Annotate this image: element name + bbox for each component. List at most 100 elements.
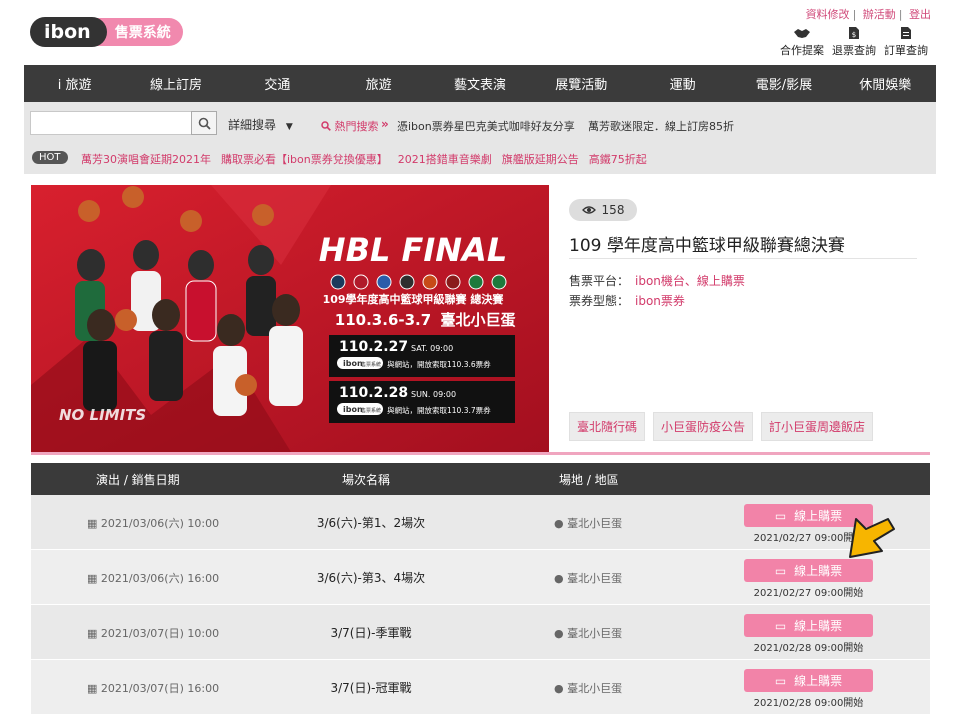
search-input[interactable] <box>30 111 191 135</box>
buy-online-button[interactable]: ▭ 線上購票 <box>744 669 873 692</box>
laptop-icon: ▭ <box>774 673 787 688</box>
logo-ibon-text: ibon <box>44 21 91 43</box>
session-date: ▦ 2021/03/07(日) 16:00 <box>87 680 219 696</box>
sale1-date: 110.2.27 <box>339 339 408 355</box>
main-nav: i 旅遊 線上訂房 交通 旅遊 藝文表演 展覽活動 運動 電影/影展 休閒娛樂 <box>24 65 936 102</box>
handshake-icon <box>793 26 811 42</box>
map-pin-icon: ● <box>554 682 564 695</box>
nav-item-exhibition[interactable]: 展覽活動 <box>531 65 632 102</box>
pointer-arrow-icon <box>849 518 895 558</box>
platform-row: 售票平台： ibon機台、線上購票 <box>569 272 745 289</box>
divider <box>569 258 917 259</box>
search-button[interactable] <box>191 111 217 135</box>
table-row: ▦ 2021/03/07(日) 10:00 3/7(日)-季軍戰 ● 臺北小巨蛋… <box>31 605 930 660</box>
ticket-type-value: ibon票券 <box>635 294 685 308</box>
nav-item-transport[interactable]: 交通 <box>227 65 328 102</box>
refund-tool[interactable]: $ 退票查詢 <box>832 26 876 58</box>
event-title: 109 學年度高中籃球甲級聯賽總決賽 <box>569 236 845 256</box>
logout-link[interactable]: 登出 <box>909 8 931 21</box>
nav-item-sports[interactable]: 運動 <box>632 65 733 102</box>
sale1-text: 與網站，開放索取110.3.6票券 <box>387 359 491 369</box>
session-name: 3/7(日)-季軍戰 <box>330 626 412 640</box>
hot-link-4[interactable]: 旗艦版延期公告 <box>502 151 579 167</box>
session-venue-text: 臺北小巨蛋 <box>567 682 623 695</box>
divider <box>31 452 930 455</box>
hot-links: 萬芳30演唱會延期2021年 購取票必看【ibon票券兌換優惠】 2021搭錯車… <box>81 151 647 167</box>
laptop-icon: ▭ <box>774 618 787 633</box>
taipei-pass-button[interactable]: 臺北隨行碼 <box>569 412 646 441</box>
hot-link-1[interactable]: 萬芳30演唱會延期2021年 <box>81 151 211 167</box>
table-row: ▦ 2021/03/06(六) 16:00 3/6(六)-第3、4場次 ● 臺北… <box>31 550 930 605</box>
table-row: ▦ 2021/03/06(六) 10:00 3/6(六)-第1、2場次 ● 臺北… <box>31 495 930 550</box>
arena-covid-notice-button[interactable]: 小巨蛋防疫公告 <box>653 412 754 441</box>
svg-text:$: $ <box>852 31 856 39</box>
hot-search-text: 熱門搜索 <box>334 120 379 133</box>
sale2-time: SUN. 09:00 <box>411 390 456 399</box>
col-date-header: 演出 / 銷售日期 <box>96 473 180 487</box>
calendar-icon: ▦ <box>87 627 98 640</box>
event-banner: HBL FINAL 109學年度高中籃球甲級聯賽 總決賽 110.3.6-3.7… <box>31 185 549 452</box>
nav-item-hotel[interactable]: 線上訂房 <box>125 65 226 102</box>
cooperation-label: 合作提案 <box>780 44 824 57</box>
caret-down-icon: ▼ <box>285 122 293 132</box>
banner-dates: 110.3.6-3.7 <box>335 311 431 329</box>
host-event-link[interactable]: 辦活動 <box>863 8 896 21</box>
event-info: 158 109 學年度高中籃球甲級聯賽總決賽 售票平台： ibon機台、線上購票 … <box>549 185 930 452</box>
nav-item-i-travel[interactable]: i 旅遊 <box>24 65 125 102</box>
banner-slogan: NO LIMITS <box>59 406 146 424</box>
buy-online-label: 線上購票 <box>794 509 843 523</box>
hot-search-item-1[interactable]: 憑ibon票券星巴克美式咖啡好友分享 <box>397 118 575 134</box>
account-links: 資料修改 | 辦活動 | 登出 <box>806 6 931 22</box>
hot-link-5[interactable]: 高鐵75折起 <box>589 151 647 167</box>
view-count-value: 158 <box>601 203 625 217</box>
nav-item-performance[interactable]: 藝文表演 <box>429 65 530 102</box>
double-chevron-icon: » <box>381 117 389 131</box>
ticket-type-row: 票券型態： ibon票券 <box>569 292 685 309</box>
buy-online-button[interactable]: ▭ 線上購票 <box>744 614 873 637</box>
session-venue-text: 臺北小巨蛋 <box>567 572 623 585</box>
session-venue: ● 臺北小巨蛋 <box>554 570 622 586</box>
hot-search-label: 熱門搜索 <box>321 118 379 134</box>
order-tool[interactable]: 訂單查詢 <box>884 26 928 58</box>
platform-value: ibon機台、線上購票 <box>635 274 745 288</box>
col-session-header: 場次名稱 <box>342 473 391 487</box>
advanced-search-toggle[interactable]: 詳細搜尋 ▼ <box>228 116 293 133</box>
header-tools: 合作提案 $ 退票查詢 訂單查詢 <box>780 26 928 58</box>
buy-online-label: 線上購票 <box>794 619 843 633</box>
calendar-icon: ▦ <box>87 682 98 695</box>
session-date-text: 2021/03/06(六) 16:00 <box>100 572 220 585</box>
nav-item-travel[interactable]: 旅遊 <box>328 65 429 102</box>
ticket-icon: $ <box>848 26 860 42</box>
cooperation-tool[interactable]: 合作提案 <box>780 26 824 58</box>
calendar-icon: ▦ <box>87 517 98 530</box>
ibon-logo[interactable]: ibon 售票系統 <box>30 17 183 47</box>
advanced-search-label: 詳細搜尋 <box>228 118 277 132</box>
sale-open-time: 2021/02/28 09:00開始 <box>753 643 864 654</box>
laptop-icon: ▭ <box>774 508 787 523</box>
ibon-mark-1-sub: 售票系統 <box>361 361 381 368</box>
laptop-icon: ▭ <box>774 563 787 578</box>
session-name: 3/6(六)-第1、2場次 <box>316 516 426 530</box>
separator: | <box>852 8 857 21</box>
hot-link-2[interactable]: 購取票必看【ibon票券兌換優惠】 <box>221 151 388 167</box>
session-date-text: 2021/03/06(六) 10:00 <box>100 517 220 530</box>
session-date: ▦ 2021/03/06(六) 16:00 <box>87 570 219 586</box>
sessions-table-header: 演出 / 銷售日期 場次名稱 場地 / 地區 <box>31 463 930 495</box>
view-count: 158 <box>569 199 637 221</box>
profile-edit-link[interactable]: 資料修改 <box>806 8 850 21</box>
session-date: ▦ 2021/03/07(日) 10:00 <box>87 625 219 641</box>
hot-search-item-2[interactable]: 萬芳歌迷限定．線上訂房85折 <box>588 118 734 134</box>
session-venue: ● 臺北小巨蛋 <box>554 515 622 531</box>
session-venue: ● 臺北小巨蛋 <box>554 680 622 696</box>
nav-item-leisure[interactable]: 休閒娛樂 <box>835 65 936 102</box>
nearby-hotels-button[interactable]: 訂小巨蛋周邊飯店 <box>761 412 874 441</box>
buy-online-label: 線上購票 <box>794 674 843 688</box>
ticket-type-label: 票券型態： <box>569 294 630 308</box>
logo-ibon-mark: ibon <box>30 17 107 47</box>
table-row: ▦ 2021/03/07(日) 16:00 3/7(日)-冠軍戰 ● 臺北小巨蛋… <box>31 660 930 715</box>
session-date: ▦ 2021/03/06(六) 10:00 <box>87 515 219 531</box>
calendar-icon: ▦ <box>87 572 98 585</box>
session-date-text: 2021/03/07(日) 16:00 <box>100 682 220 695</box>
hot-link-3[interactable]: 2021搭錯車音樂劇 <box>398 151 492 167</box>
nav-item-movies[interactable]: 電影/影展 <box>733 65 834 102</box>
